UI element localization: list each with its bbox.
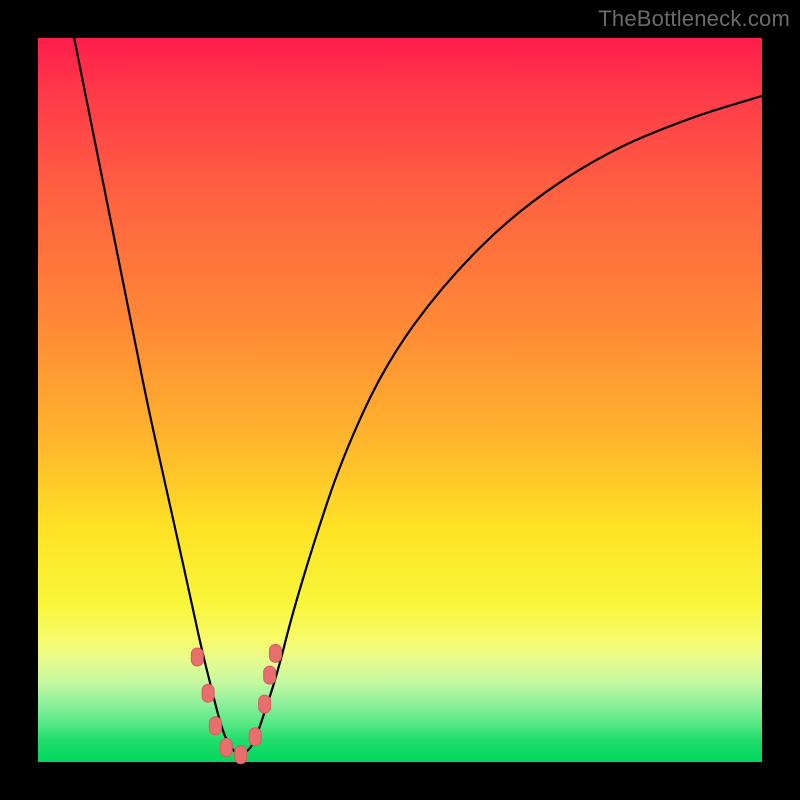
curve-marker <box>249 728 261 746</box>
curve-marker <box>270 644 282 662</box>
curve-marker <box>235 746 247 764</box>
curve-marker <box>264 666 276 684</box>
plot-area <box>38 38 762 762</box>
curve-marker <box>202 684 214 702</box>
curve-marker <box>259 695 271 713</box>
chart-frame: TheBottleneck.com <box>0 0 800 800</box>
curve-marker <box>220 739 232 757</box>
curve-layer <box>38 38 762 762</box>
bottleneck-curve <box>74 38 762 754</box>
curve-marker <box>209 717 221 735</box>
watermark-text: TheBottleneck.com <box>598 6 790 32</box>
curve-marker <box>191 648 203 666</box>
